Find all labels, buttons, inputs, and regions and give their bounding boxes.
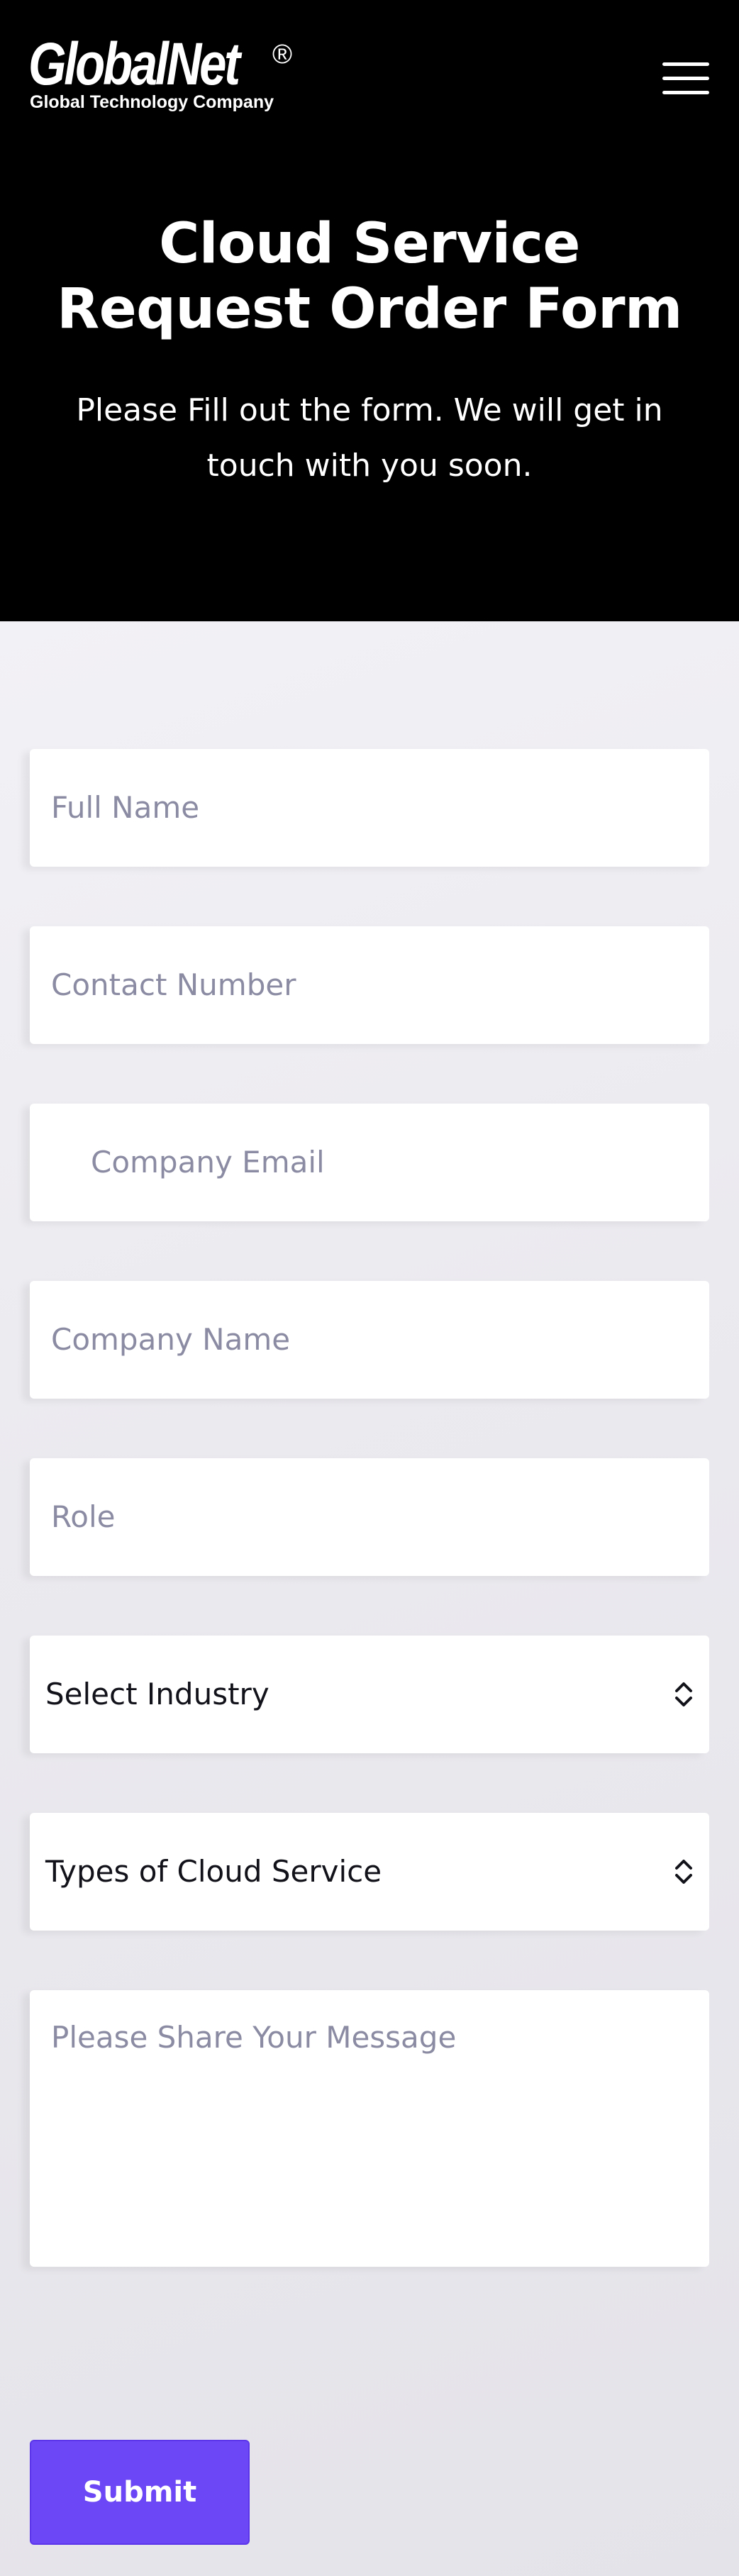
message-textarea[interactable]: Please Share Your Message (30, 1990, 709, 2267)
full-name-field[interactable]: Full Name (30, 749, 709, 867)
menu-bar (662, 77, 709, 80)
role-field[interactable]: Role (30, 1458, 709, 1576)
request-form: Full Name Contact Number Company Email C… (0, 621, 739, 2576)
page-title: Cloud Service Request Order Form (57, 212, 682, 341)
company-email-field[interactable]: Company Email (30, 1104, 709, 1221)
cloud-service-select[interactable]: Types of Cloud Service (30, 1813, 709, 1931)
company-name-placeholder: Company Name (51, 1322, 291, 1357)
logo-name: GlobalNet (28, 30, 240, 97)
full-name-placeholder: Full Name (51, 790, 200, 825)
contact-number-field[interactable]: Contact Number (30, 926, 709, 1044)
registered-mark: ® (272, 40, 292, 70)
submit-button[interactable]: Submit (30, 2440, 250, 2545)
contact-number-placeholder: Contact Number (51, 967, 296, 1002)
hamburger-menu-icon[interactable] (662, 62, 709, 95)
industry-select[interactable]: Select Industry (30, 1636, 709, 1753)
chevron-up-down-icon (675, 1682, 692, 1706)
menu-bar (662, 91, 709, 94)
role-placeholder: Role (51, 1499, 116, 1534)
page-subtitle: Please Fill out the form. We will get in… (76, 392, 663, 484)
company-name-field[interactable]: Company Name (30, 1281, 709, 1399)
company-email-placeholder: Company Email (91, 1145, 325, 1179)
logo[interactable]: GlobalNet ® Global Technology Company (28, 34, 312, 119)
hero-header: GlobalNet ® Global Technology Company Cl… (0, 0, 739, 621)
logo-tagline: Global Technology Company (30, 92, 274, 112)
page: GlobalNet ® Global Technology Company Cl… (0, 0, 739, 2576)
message-placeholder: Please Share Your Message (51, 2020, 457, 2055)
industry-select-value: Select Industry (45, 1677, 270, 1711)
menu-bar (662, 62, 709, 66)
cloud-service-select-value: Types of Cloud Service (45, 1854, 382, 1889)
chevron-up-down-icon (675, 1860, 692, 1884)
